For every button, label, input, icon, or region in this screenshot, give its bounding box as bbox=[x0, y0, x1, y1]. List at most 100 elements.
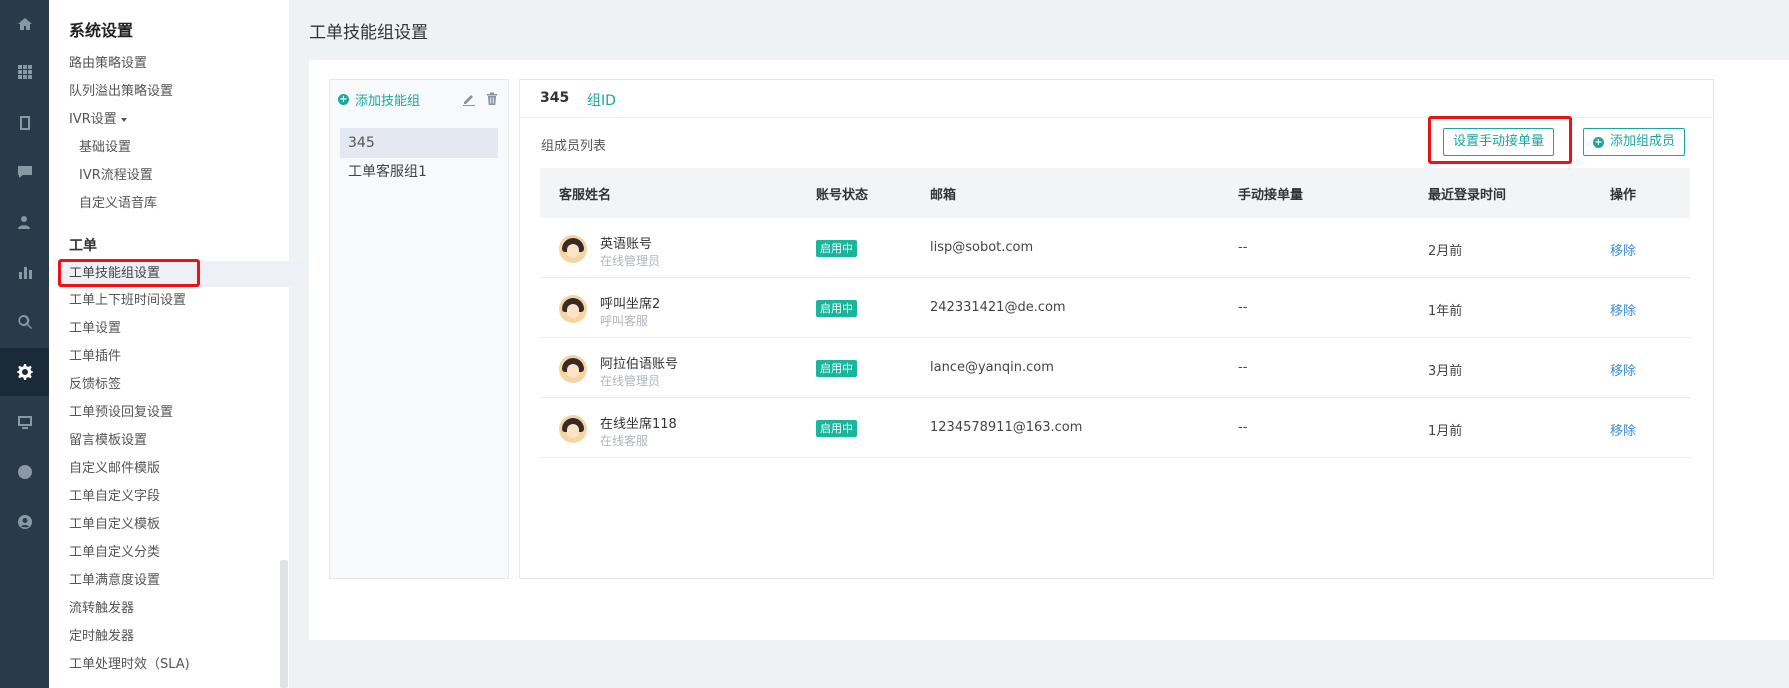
add-skill-group-label: 添加技能组 bbox=[355, 94, 421, 109]
sidebar-item-feedback-tags[interactable]: 反馈标签 bbox=[69, 376, 121, 394]
table-row: 呼叫坐席2 呼叫客服 启用中 242331421@de.com -- 1年前 移… bbox=[540, 278, 1690, 338]
add-skill-group-button[interactable]: + 添加技能组 bbox=[338, 90, 420, 109]
set-manual-quota-label: 设置手动接单量 bbox=[1453, 134, 1545, 149]
sidebar-item-timed-trigger[interactable]: 定时触发器 bbox=[69, 628, 134, 646]
sidebar-item-email-template[interactable]: 自定义邮件模版 bbox=[69, 460, 160, 478]
avatar bbox=[559, 415, 587, 443]
sidebar-item-ticket-skill-group[interactable]: 工单技能组设置 bbox=[59, 261, 319, 287]
sidebar-item-custom-template[interactable]: 工单自定义模板 bbox=[69, 516, 160, 534]
member-name: 呼叫坐席2 bbox=[600, 297, 661, 312]
nav-apps[interactable] bbox=[0, 48, 49, 96]
table-row: 在线坐席118 在线客服 启用中 1234578911@163.com -- 1… bbox=[540, 398, 1690, 458]
status-badge: 启用中 bbox=[816, 360, 857, 377]
table-row: 阿拉伯语账号 在线管理员 启用中 lance@yanqin.com -- 3月前… bbox=[540, 338, 1690, 398]
sidebar-item-sla[interactable]: 工单处理时效（SLA) bbox=[69, 656, 190, 674]
nav-chat[interactable] bbox=[0, 148, 49, 196]
member-manual-quota: -- bbox=[1238, 300, 1248, 315]
delete-group-button[interactable] bbox=[485, 91, 499, 105]
member-manual-quota: -- bbox=[1238, 240, 1248, 255]
users-icon bbox=[17, 216, 30, 229]
nav-home[interactable] bbox=[0, 0, 49, 48]
page-title: 工单技能组设置 bbox=[309, 23, 428, 43]
sidebar-item-ticket-work-hours[interactable]: 工单上下班时间设置 bbox=[69, 292, 186, 310]
nav-monitor[interactable] bbox=[0, 398, 49, 446]
book-icon bbox=[19, 116, 30, 130]
member-last-login: 1年前 bbox=[1428, 304, 1463, 319]
group-item-345[interactable]: 345 bbox=[340, 128, 498, 158]
search-icon bbox=[17, 314, 32, 329]
nav-robot[interactable] bbox=[0, 448, 49, 496]
member-email: 1234578911@163.com bbox=[930, 420, 1083, 435]
remove-member-link[interactable]: 移除 bbox=[1610, 240, 1636, 259]
nav-settings[interactable] bbox=[0, 348, 49, 396]
sidebar-item-voice-library[interactable]: 自定义语音库 bbox=[79, 195, 157, 213]
column-header-email: 邮箱 bbox=[930, 188, 957, 203]
group-name: 345 bbox=[540, 90, 570, 106]
nav-knowledge[interactable] bbox=[0, 99, 49, 147]
status-badge: 启用中 bbox=[816, 420, 857, 437]
status-badge: 启用中 bbox=[816, 240, 857, 257]
sidebar-item-ivr-flow[interactable]: IVR流程设置 bbox=[79, 167, 153, 185]
member-manual-quota: -- bbox=[1238, 360, 1248, 375]
sidebar-item-flow-trigger[interactable]: 流转触发器 bbox=[69, 600, 134, 618]
plus-circle-icon: + bbox=[338, 94, 349, 105]
group-id-link[interactable]: 组ID bbox=[587, 90, 616, 110]
caret-down-icon bbox=[120, 117, 127, 122]
member-manual-quota: -- bbox=[1238, 420, 1248, 435]
member-last-login: 3月前 bbox=[1428, 364, 1463, 379]
app-icon-rail bbox=[0, 0, 49, 688]
sidebar-item-ticket-plugin[interactable]: 工单插件 bbox=[69, 348, 121, 366]
sidebar-title: 系统设置 bbox=[69, 21, 134, 40]
sidebar-item-satisfaction[interactable]: 工单满意度设置 bbox=[69, 572, 160, 590]
nav-users[interactable] bbox=[0, 198, 49, 246]
avatar bbox=[559, 235, 587, 263]
set-manual-quota-button[interactable]: 设置手动接单量 bbox=[1443, 128, 1555, 156]
table-row: 英语账号 在线管理员 启用中 lisp@sobot.com -- 2月前 移除 bbox=[540, 218, 1690, 278]
member-list-label: 组成员列表 bbox=[541, 139, 607, 154]
sidebar-item-routing[interactable]: 路由策略设置 bbox=[69, 55, 147, 73]
status-badge: 启用中 bbox=[816, 300, 857, 317]
sidebar-section-ticket: 工单 bbox=[69, 238, 97, 254]
remove-member-link[interactable]: 移除 bbox=[1610, 420, 1636, 439]
nav-stats[interactable] bbox=[0, 248, 49, 296]
sidebar-scrollbar[interactable] bbox=[280, 560, 288, 688]
remove-member-link[interactable]: 移除 bbox=[1610, 360, 1636, 379]
member-last-login: 1月前 bbox=[1428, 424, 1463, 439]
add-member-label: 添加组成员 bbox=[1610, 134, 1676, 149]
member-role: 在线管理员 bbox=[600, 254, 661, 268]
sidebar-item-preset-replies[interactable]: 工单预设回复设置 bbox=[69, 404, 173, 422]
member-role: 在线客服 bbox=[600, 434, 649, 448]
sidebar-item-ivr-basic[interactable]: 基础设置 bbox=[79, 139, 131, 157]
settings-icon bbox=[16, 364, 33, 380]
sidebar-item-custom-fields[interactable]: 工单自定义字段 bbox=[69, 488, 160, 506]
member-name: 在线坐席118 bbox=[600, 417, 677, 432]
remove-member-link[interactable]: 移除 bbox=[1610, 300, 1636, 319]
home-icon bbox=[17, 18, 32, 30]
member-name: 阿拉伯语账号 bbox=[600, 357, 679, 372]
chat-icon bbox=[17, 166, 32, 178]
sidebar-item-ivr-label: IVR设置 bbox=[69, 112, 117, 127]
member-name: 英语账号 bbox=[600, 237, 653, 252]
pencil-icon bbox=[463, 95, 475, 106]
group-item-ticket-team-1[interactable]: 工单客服组1 bbox=[340, 157, 498, 187]
member-last-login: 2月前 bbox=[1428, 244, 1463, 259]
member-table-header: 客服姓名 账号状态 邮箱 手动接单量 最近登录时间 操作 bbox=[540, 168, 1690, 218]
nav-account[interactable] bbox=[0, 498, 49, 546]
nav-search[interactable] bbox=[0, 298, 49, 346]
monitor-icon bbox=[17, 416, 32, 429]
column-header-name: 客服姓名 bbox=[559, 188, 612, 203]
sidebar-item-queue-overflow[interactable]: 队列溢出策略设置 bbox=[69, 83, 173, 101]
add-member-button[interactable]: + 添加组成员 bbox=[1583, 128, 1686, 156]
column-header-status: 账号状态 bbox=[816, 188, 869, 203]
sidebar-item-ivr[interactable]: IVR设置 bbox=[69, 111, 127, 129]
column-header-action: 操作 bbox=[1610, 188, 1637, 203]
trash-icon bbox=[487, 92, 497, 105]
edit-group-button[interactable] bbox=[462, 91, 476, 106]
sidebar-item-custom-category[interactable]: 工单自定义分类 bbox=[69, 544, 160, 562]
member-role: 在线管理员 bbox=[600, 374, 661, 388]
sidebar-item-message-template[interactable]: 留言模板设置 bbox=[69, 432, 147, 450]
group-detail-panel: 345 组ID 组成员列表 设置手动接单量 + 添加组成员 客服姓名 账号状态 … bbox=[519, 79, 1714, 579]
member-email: lance@yanqin.com bbox=[930, 360, 1054, 375]
skill-group-list: + 添加技能组 345 工单客服组1 bbox=[329, 79, 509, 579]
sidebar-item-ticket-settings[interactable]: 工单设置 bbox=[69, 320, 121, 338]
